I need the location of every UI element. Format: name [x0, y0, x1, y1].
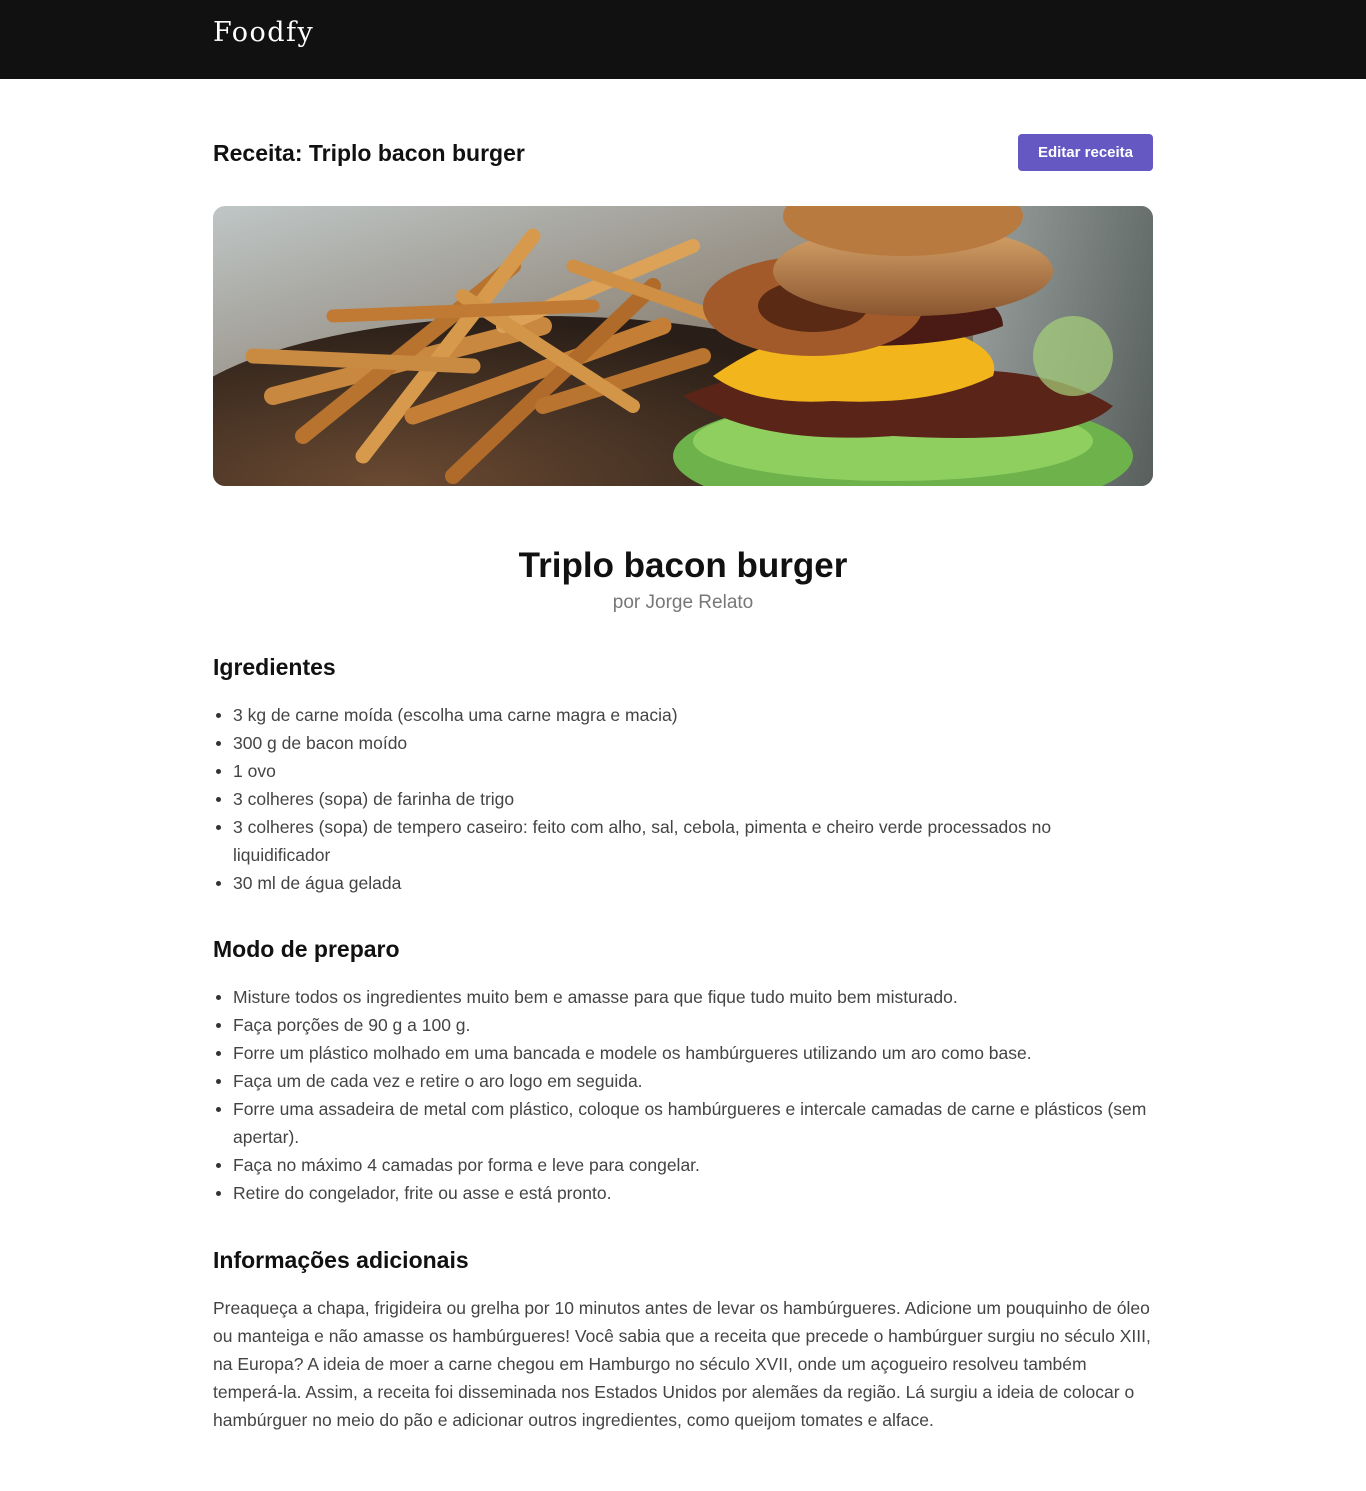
ingredients-title: Igredientes [213, 654, 336, 680]
list-item: Faça no máximo 4 camadas por forma e lev… [213, 1151, 1153, 1179]
list-item: 1 ovo [213, 757, 1153, 785]
recipe-name: Triplo bacon burger [518, 546, 848, 585]
preparation-list: Misture todos os ingredientes muito bem … [213, 983, 1153, 1207]
list-item: Faça porções de 90 g a 100 g. [213, 1011, 1153, 1039]
recipe-author: por Jorge Relato [612, 592, 754, 613]
preparation-title: Modo de preparo [213, 936, 400, 962]
list-item: Misture todos os ingredientes muito bem … [213, 983, 1153, 1011]
recipe-image [213, 206, 1153, 486]
list-item: Retire do congelador, frite ou asse e es… [213, 1179, 1153, 1207]
edit-recipe-button[interactable]: Editar receita [1018, 134, 1153, 171]
top-bar: Foodfy [0, 0, 1366, 79]
list-item: 3 kg de carne moída (escolha uma carne m… [213, 701, 1153, 729]
list-item: Forre uma assadeira de metal com plástic… [213, 1095, 1153, 1151]
burger-photo-illustration [213, 206, 1153, 486]
brand-logo[interactable]: Foodfy [213, 17, 314, 48]
list-item: 30 ml de água gelada [213, 869, 1153, 897]
additional-info-text: Preaqueça a chapa, frigideira ou grelha … [213, 1298, 1151, 1430]
list-item: 3 colheres (sopa) de tempero caseiro: fe… [213, 813, 1153, 869]
list-item: 300 g de bacon moído [213, 729, 1153, 757]
page-header: Receita: Triplo bacon burger Editar rece… [213, 134, 1153, 171]
list-item: Forre um plástico molhado em uma bancada… [213, 1039, 1153, 1067]
additional-info-title: Informações adicionais [213, 1247, 469, 1273]
list-item: 3 colheres (sopa) de farinha de trigo [213, 785, 1153, 813]
list-item: Faça um de cada vez e retire o aro logo … [213, 1067, 1153, 1095]
ingredients-list: 3 kg de carne moída (escolha uma carne m… [213, 701, 1153, 897]
page-title: Receita: Triplo bacon burger [213, 140, 525, 166]
